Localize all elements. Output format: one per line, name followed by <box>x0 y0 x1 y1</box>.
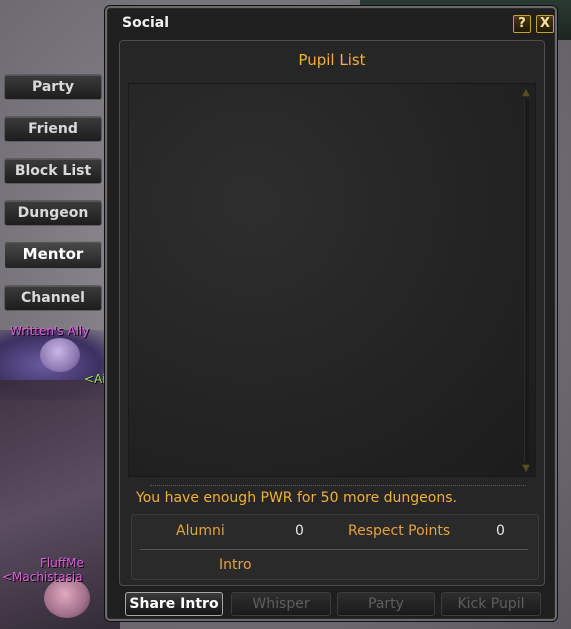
side-tab-mentor[interactable]: Mentor <box>4 241 102 269</box>
scrollbar[interactable]: ▲ ▼ <box>521 88 531 474</box>
side-tab-block-list[interactable]: Block List <box>4 158 102 184</box>
player-name-label-2: FluffMe <box>40 556 84 570</box>
respect-points-label: Respect Points <box>348 523 451 539</box>
title-bar[interactable]: Social ? X <box>107 8 555 38</box>
share-intro-button[interactable]: Share Intro <box>125 592 223 616</box>
side-tab-friend[interactable]: Friend <box>4 116 102 142</box>
pupil-list[interactable]: ▲ ▼ <box>128 83 536 477</box>
respect-points-value: 0 <box>496 523 505 539</box>
window-title: Social <box>122 15 170 31</box>
whisper-button[interactable]: Whisper <box>231 592 331 616</box>
side-tab-dungeon[interactable]: Dungeon <box>4 200 102 226</box>
kick-pupil-button[interactable]: Kick Pupil <box>441 592 541 616</box>
scroll-track[interactable] <box>524 100 529 462</box>
player-name-label: <Ai <box>84 372 106 386</box>
pwr-status-text: You have enough PWR for 50 more dungeons… <box>136 490 457 506</box>
pupil-panel: Pupil List ▲ ▼ You have enough PWR for 5… <box>119 40 545 586</box>
scroll-up-arrow-icon[interactable]: ▲ <box>521 88 531 98</box>
player-guild-label: Written's Ally <box>10 324 90 338</box>
social-window: Social ? X Pupil List ▲ ▼ You have enoug… <box>105 6 557 621</box>
mentor-stats-box: Alumni 0 Respect Points 0 Intro <box>131 514 539 580</box>
party-button[interactable]: Party <box>337 592 435 616</box>
alumni-value: 0 <box>295 523 304 539</box>
alumni-label: Alumni <box>176 523 225 539</box>
pet-creature-2 <box>44 578 90 618</box>
panel-title: Pupil List <box>298 51 366 69</box>
side-tab-party[interactable]: Party <box>4 74 102 100</box>
divider <box>150 485 526 486</box>
help-button[interactable]: ? <box>513 15 531 33</box>
scroll-down-arrow-icon[interactable]: ▼ <box>521 464 531 474</box>
player-guild-label-2: <Machistasia <box>2 570 83 584</box>
stats-divider <box>140 549 528 550</box>
side-tab-channel[interactable]: Channel <box>4 285 102 311</box>
close-button[interactable]: X <box>536 15 554 33</box>
pet-creature <box>40 338 80 372</box>
intro-label: Intro <box>219 557 252 573</box>
